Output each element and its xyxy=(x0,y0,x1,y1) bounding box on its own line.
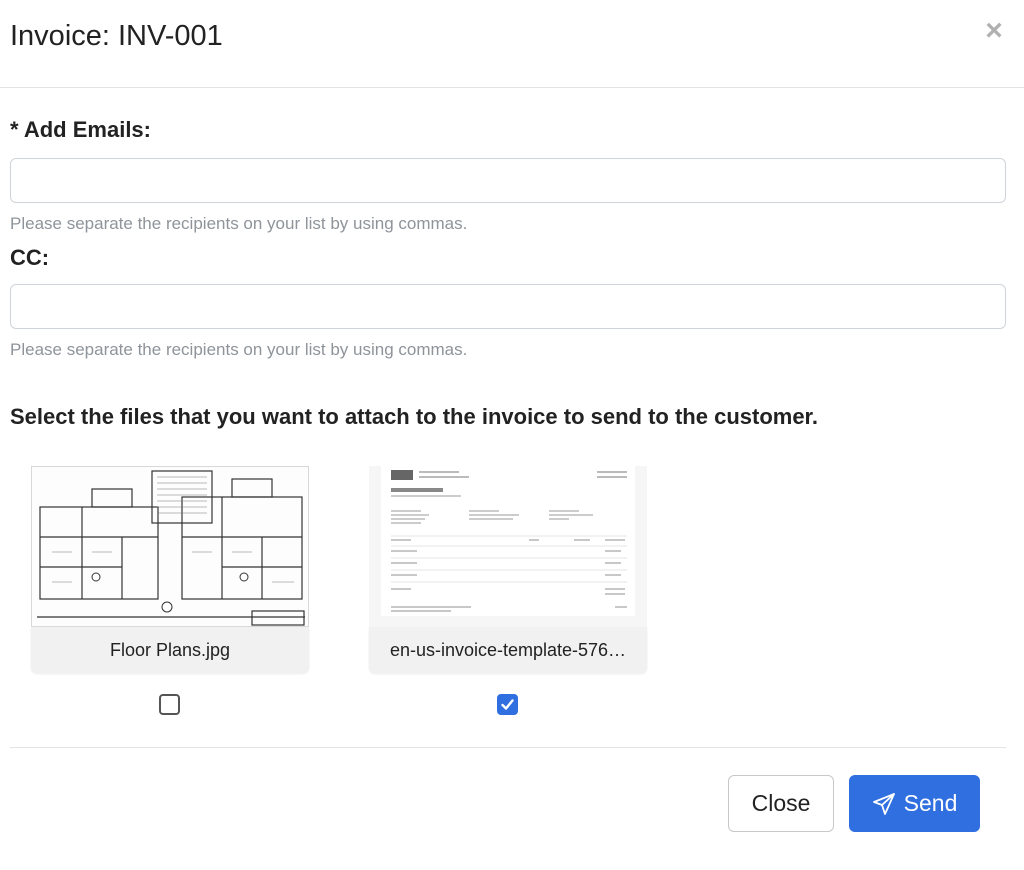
invoice-document-thumbnail xyxy=(369,466,647,627)
check-icon xyxy=(501,699,514,710)
file-card-invoice-template[interactable]: en-us-invoice-template-576… xyxy=(369,466,647,673)
footer-divider xyxy=(10,747,1006,748)
cc-input[interactable] xyxy=(10,284,1006,329)
cc-help-text: Please separate the recipients on your l… xyxy=(10,340,468,359)
close-button-label: Close xyxy=(751,790,811,816)
modal-title: Invoice: INV-001 xyxy=(10,20,223,52)
attach-checkbox-floor-plans[interactable] xyxy=(159,694,180,715)
modal-header: Invoice: INV-001 × xyxy=(0,0,1024,88)
send-button-label: Send xyxy=(903,790,958,816)
file-name-label: en-us-invoice-template-576… xyxy=(369,627,647,673)
close-icon[interactable]: × xyxy=(982,14,1006,48)
paper-plane-icon xyxy=(872,792,895,815)
file-card-floor-plans[interactable]: Floor Plans.jpg xyxy=(31,466,309,673)
cc-label: CC: xyxy=(10,245,50,270)
send-button[interactable]: Send xyxy=(849,775,980,832)
file-name-label: Floor Plans.jpg xyxy=(31,627,309,673)
emails-help-text: Please separate the recipients on your l… xyxy=(10,214,468,233)
close-button[interactable]: Close xyxy=(728,775,834,832)
attachments-heading: Select the files that you want to attach… xyxy=(10,404,819,429)
emails-input[interactable] xyxy=(10,158,1006,203)
floor-plan-thumbnail xyxy=(31,466,309,627)
attach-checkbox-invoice-template[interactable] xyxy=(497,694,518,715)
add-emails-label: * Add Emails: xyxy=(10,117,151,142)
